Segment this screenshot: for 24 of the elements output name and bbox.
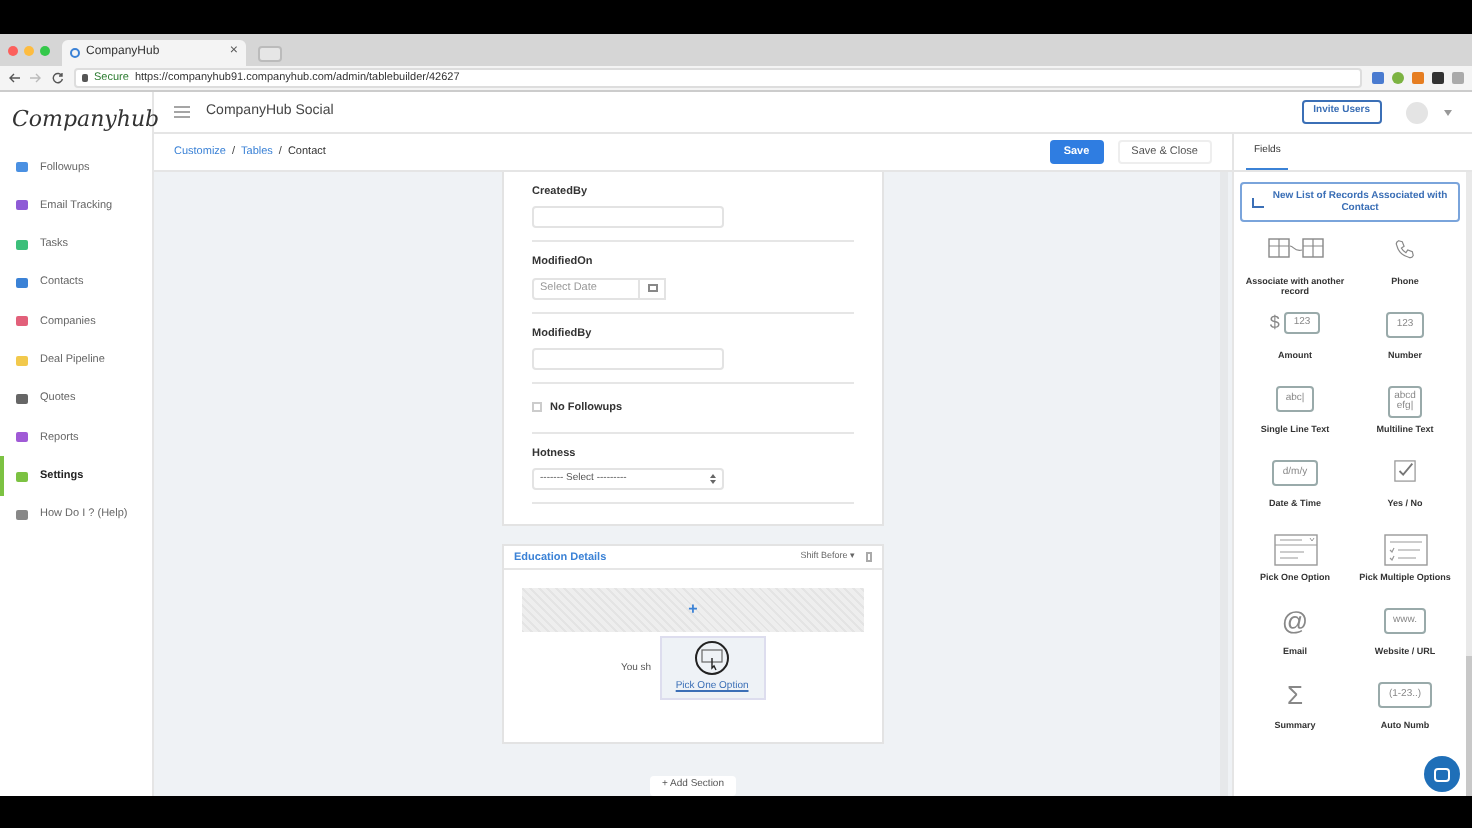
logo: Companyhub: [12, 103, 160, 136]
phone-icon: [1394, 238, 1416, 260]
site-icon: [70, 48, 80, 58]
at-sign-icon: @: [1281, 608, 1309, 634]
dropdown-list-icon: [1273, 534, 1317, 566]
new-tab-button[interactable]: [258, 46, 282, 62]
chat-button[interactable]: [1424, 756, 1460, 792]
text-input[interactable]: [532, 206, 724, 229]
sigma-icon: Σ: [1286, 682, 1304, 708]
avatar-icon[interactable]: [1406, 101, 1428, 123]
caret-icon[interactable]: [1444, 109, 1452, 115]
select-arrows-icon: [710, 474, 716, 485]
text-input[interactable]: [532, 347, 724, 370]
checklist-icon: [1383, 534, 1427, 566]
forward-arrow-icon[interactable]: [30, 72, 42, 84]
dollar-icon: $: [1269, 314, 1280, 332]
checkbox-icon: [1394, 460, 1416, 482]
back-arrow-icon[interactable]: [8, 72, 20, 84]
linked-tables-icon: [1267, 238, 1323, 258]
menu-icon[interactable]: [174, 106, 190, 118]
reload-icon[interactable]: [52, 72, 64, 84]
checkbox[interactable]: [532, 402, 542, 413]
drag-cursor-icon: [694, 639, 731, 676]
plus-marker: +: [688, 602, 698, 619]
